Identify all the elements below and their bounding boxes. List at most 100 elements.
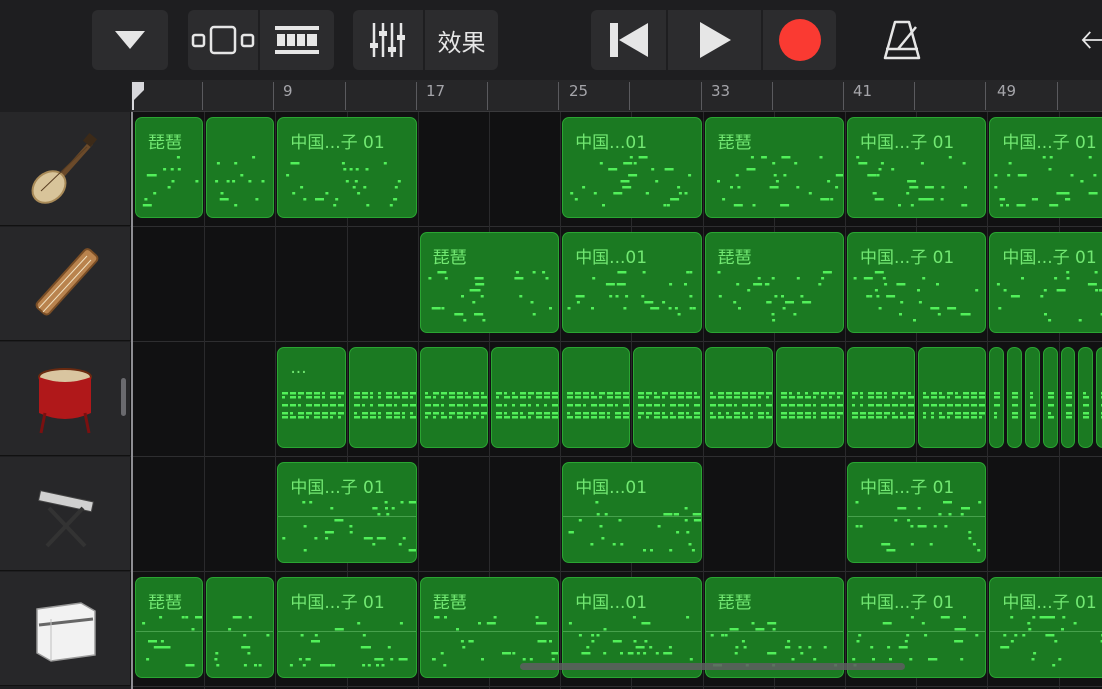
note-mark (788, 404, 795, 407)
note-mark (808, 192, 812, 195)
note-mark (670, 416, 677, 419)
note-mark (440, 404, 444, 407)
music-region[interactable] (918, 347, 987, 448)
music-region[interactable]: 中国...子 01 (989, 117, 1102, 218)
dropdown-button[interactable] (92, 10, 168, 70)
note-mark (994, 416, 998, 419)
track-header-organ[interactable] (0, 572, 131, 686)
music-region[interactable] (206, 577, 275, 678)
timeline-ruler[interactable]: 9 17 25 33 41 49 (131, 80, 1102, 112)
note-mark (676, 531, 680, 534)
music-region[interactable] (206, 117, 275, 218)
music-region[interactable]: ... (277, 347, 346, 448)
music-region[interactable] (562, 347, 631, 448)
music-region[interactable] (1025, 347, 1040, 448)
note-mark (1012, 392, 1019, 395)
music-region[interactable]: 琵琶 (135, 117, 204, 218)
music-region[interactable] (1096, 347, 1102, 448)
music-region[interactable]: 中国...01 (562, 117, 702, 218)
note-mark (947, 404, 954, 407)
note-mark (314, 404, 321, 407)
music-region[interactable]: 琵琶 (419, 232, 560, 333)
note-mark (939, 416, 946, 419)
note-mark (692, 549, 696, 552)
music-region[interactable] (419, 347, 488, 448)
music-region[interactable]: 中国...子 01 (847, 232, 987, 333)
track-header-guzheng[interactable] (0, 227, 131, 341)
effects-button[interactable]: 效果 (425, 10, 498, 70)
music-region[interactable] (491, 347, 560, 448)
note-mark (496, 404, 502, 407)
music-region[interactable]: 琵琶 (135, 577, 204, 678)
play-button[interactable] (668, 10, 761, 70)
music-region[interactable]: 中国...子 01 (989, 232, 1102, 333)
note-mark (567, 404, 574, 407)
music-region[interactable] (989, 347, 1005, 448)
mixer-button[interactable] (353, 10, 423, 70)
note-mark (171, 180, 175, 183)
back-button[interactable] (1080, 22, 1102, 58)
note-mark (963, 396, 970, 399)
note-mark (820, 416, 827, 419)
note-mark (971, 416, 978, 419)
note-mark (409, 416, 416, 419)
music-region[interactable] (1007, 347, 1022, 448)
note-pattern (716, 156, 843, 207)
music-region[interactable]: 中国...子 01 (847, 117, 987, 218)
track-header-drum[interactable] (0, 342, 131, 456)
tracks-area[interactable]: 琵琶 中国...子 01 中国...01 琵琶 中国...子 01 中国...子 01 琵琶… (131, 112, 1102, 689)
music-region[interactable]: 琵琶 (704, 232, 844, 333)
note-mark (215, 180, 219, 183)
horizontal-scrollbar[interactable] (520, 663, 905, 670)
music-region[interactable] (633, 347, 702, 448)
music-region[interactable] (704, 347, 773, 448)
music-region[interactable] (775, 347, 844, 448)
note-mark (686, 412, 690, 415)
note-mark (662, 412, 666, 415)
note-mark (662, 392, 669, 395)
note-mark (353, 186, 357, 189)
record-button[interactable] (763, 10, 836, 70)
music-region[interactable] (847, 347, 916, 448)
music-region[interactable]: 琵琶 (704, 117, 844, 218)
note-mark (493, 616, 497, 619)
guzheng-icon (35, 247, 99, 315)
note-mark (599, 525, 603, 528)
track-header-keyboard[interactable] (0, 457, 131, 571)
track-header-pipa[interactable] (0, 112, 131, 226)
ruler-tick (1056, 82, 1058, 110)
metronome-button[interactable] (870, 14, 934, 66)
music-region[interactable]: 中国...子 01 (277, 117, 417, 218)
tracks-view-button[interactable] (188, 10, 258, 70)
grid-line (204, 112, 206, 689)
note-mark (612, 640, 622, 643)
note-mark (570, 192, 574, 195)
note-mark (868, 404, 874, 407)
music-region[interactable]: 中国...子 01 (277, 462, 417, 563)
grid-view-button[interactable] (260, 10, 334, 70)
note-mark (1047, 396, 1054, 399)
music-region[interactable]: 中国...子 01 (847, 462, 987, 563)
bar-number: 49 (997, 82, 1017, 100)
music-region[interactable]: 中国...子 01 (277, 577, 417, 678)
music-region[interactable] (1060, 347, 1076, 448)
note-mark (641, 295, 645, 298)
music-region[interactable]: 中国...01 (562, 232, 702, 333)
music-region[interactable]: 中国...01 (562, 462, 702, 563)
note-mark (1016, 204, 1026, 207)
rewind-button[interactable] (591, 10, 666, 70)
note-mark (796, 392, 800, 395)
region-name: 中国...01 (575, 133, 648, 153)
playhead-icon[interactable] (131, 80, 145, 110)
note-mark (780, 416, 787, 419)
music-region[interactable] (1042, 347, 1058, 448)
note-mark (353, 412, 357, 415)
track-resize-handle[interactable] (121, 378, 126, 416)
music-region[interactable] (1078, 347, 1094, 448)
note-mark (793, 162, 797, 165)
note-mark (142, 204, 152, 207)
drum-icon (38, 367, 92, 433)
music-region[interactable] (348, 347, 417, 448)
note-mark (646, 404, 653, 407)
music-region[interactable]: 中国...子 01 (989, 577, 1102, 678)
